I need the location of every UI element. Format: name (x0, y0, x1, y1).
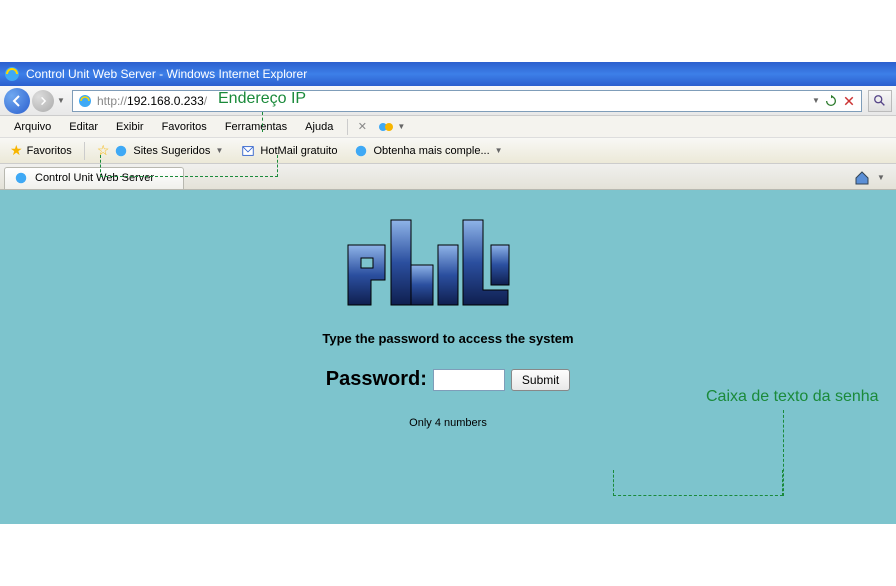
menu-editar[interactable]: Editar (61, 119, 106, 135)
annotation-ip-label: Endereço IP (218, 90, 306, 108)
close-toolbar-icon[interactable]: ✕ (354, 119, 370, 135)
url-ip: 192.168.0.233 (127, 94, 204, 108)
login-prompt: Type the password to access the system (188, 331, 708, 346)
password-row: Password: Submit (188, 368, 708, 391)
annotation-pwd-line (783, 410, 784, 496)
suggested-dropdown[interactable]: ▼ (214, 146, 224, 155)
toolbar-extra-dropdown[interactable]: ▼ (396, 122, 406, 131)
menu-arquivo[interactable]: Arquivo (6, 119, 59, 135)
menu-ferramentas[interactable]: Ferramentas (217, 119, 295, 135)
stop-icon[interactable] (841, 93, 857, 109)
back-button[interactable] (4, 88, 30, 114)
menu-ajuda[interactable]: Ajuda (297, 119, 341, 135)
ie-small-icon (353, 143, 369, 159)
fav-separator (84, 142, 85, 160)
star-icon: ★ (10, 142, 23, 159)
menu-favoritos[interactable]: Favoritos (154, 119, 215, 135)
favorites-button[interactable]: ★ Favoritos (4, 140, 78, 161)
submit-button[interactable]: Submit (511, 369, 570, 391)
url-scheme: http:// (97, 94, 127, 108)
toolbar-extra-icon[interactable] (378, 119, 394, 135)
menu-exibir[interactable]: Exibir (108, 119, 152, 135)
annotation-ip-line (262, 112, 263, 132)
brand-logo (188, 210, 708, 313)
menu-separator (347, 119, 348, 135)
menu-bar: Arquivo Editar Exibir Favoritos Ferramen… (0, 116, 896, 138)
page-icon (77, 93, 93, 109)
annotation-pwd-box (613, 470, 783, 496)
refresh-icon[interactable] (823, 93, 839, 109)
tab-page-icon (13, 170, 29, 186)
annotation-pwd-label: Caixa de texto da senha (706, 388, 879, 406)
window-titlebar: Control Unit Web Server - Windows Intern… (0, 62, 896, 86)
nav-history-dropdown[interactable]: ▼ (56, 96, 66, 105)
address-text: http://192.168.0.233/ (97, 94, 811, 108)
search-button[interactable] (868, 90, 892, 112)
password-label: Password: (326, 368, 427, 391)
address-bar[interactable]: http://192.168.0.233/ ▼ (72, 90, 862, 112)
home-icon[interactable] (854, 170, 870, 186)
annotation-ip-box (100, 155, 278, 177)
home-dropdown[interactable]: ▼ (876, 173, 886, 182)
nav-toolbar: ▼ http://192.168.0.233/ ▼ (0, 86, 896, 116)
ie-icon (4, 66, 20, 82)
address-dropdown[interactable]: ▼ (811, 96, 821, 105)
url-trail: / (204, 94, 207, 108)
window-title: Control Unit Web Server - Windows Intern… (26, 67, 307, 81)
tab-tools: ▼ (854, 170, 892, 186)
password-input[interactable] (433, 369, 505, 391)
password-hint: Only 4 numbers (188, 417, 708, 429)
favorites-label: Favoritos (27, 145, 72, 157)
get-more-label: Obtenha mais comple... (373, 145, 489, 157)
login-area: Type the password to access the system P… (188, 210, 708, 429)
address-right-controls: ▼ (811, 93, 861, 109)
forward-button[interactable] (32, 90, 54, 112)
get-more-button[interactable]: Obtenha mais comple... ▼ (347, 141, 509, 161)
get-more-dropdown[interactable]: ▼ (494, 146, 504, 155)
